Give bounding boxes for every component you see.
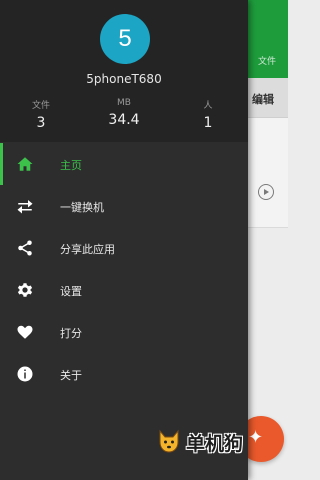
drawer-header: 5 5phoneT680 文件 3 MB 34.4 人 1 bbox=[0, 0, 248, 142]
edit-button[interactable]: 编辑 bbox=[252, 91, 274, 107]
menu-item-switch-phone[interactable]: 一键换机 bbox=[0, 185, 248, 227]
menu-item-label: 打分 bbox=[60, 327, 82, 340]
watermark-text: 单机狗 bbox=[186, 433, 244, 455]
stat-files-label: 文件 bbox=[31, 101, 50, 111]
toolbar-files-label[interactable]: 文件 bbox=[258, 54, 276, 67]
swap-icon bbox=[17, 200, 33, 214]
drawer-menu: 主页 一键换机 分享此应用 设置 打分 关于 bbox=[0, 143, 248, 395]
menu-item-rate[interactable]: 打分 bbox=[0, 311, 248, 353]
stat-files: 文件 3 bbox=[24, 98, 58, 131]
share-icon bbox=[18, 240, 32, 256]
menu-item-label: 关于 bbox=[60, 369, 82, 382]
menu-item-label: 设置 bbox=[60, 285, 82, 298]
gear-icon bbox=[17, 283, 33, 297]
heart-icon bbox=[17, 325, 33, 339]
stat-people-label: 人 bbox=[203, 101, 213, 111]
avatar[interactable]: 5 bbox=[100, 14, 150, 64]
menu-item-label: 主页 bbox=[60, 159, 82, 172]
stat-files-value: 3 bbox=[36, 115, 46, 131]
menu-item-about[interactable]: 关于 bbox=[0, 353, 248, 395]
menu-item-home[interactable]: 主页 bbox=[0, 143, 248, 185]
stat-size-value: 34.4 bbox=[108, 112, 140, 128]
stat-people: 人 1 bbox=[196, 98, 220, 131]
menu-item-label: 分享此应用 bbox=[60, 243, 115, 256]
device-name: 5phoneT680 bbox=[86, 72, 162, 86]
menu-item-label: 一键换机 bbox=[60, 201, 104, 214]
watermark: 单机狗 bbox=[156, 426, 268, 456]
play-icon[interactable] bbox=[258, 184, 274, 200]
stat-size-label: MB bbox=[117, 98, 131, 108]
navigation-drawer: 5 5phoneT680 文件 3 MB 34.4 人 1 主页 一键换机 分享… bbox=[0, 0, 248, 480]
menu-item-share-app[interactable]: 分享此应用 bbox=[0, 227, 248, 269]
stat-people-value: 1 bbox=[203, 115, 213, 131]
stat-size: MB 34.4 bbox=[104, 98, 144, 128]
dog-logo-icon bbox=[159, 429, 179, 453]
menu-item-settings[interactable]: 设置 bbox=[0, 269, 248, 311]
home-icon bbox=[17, 157, 33, 171]
info-icon bbox=[17, 366, 33, 382]
